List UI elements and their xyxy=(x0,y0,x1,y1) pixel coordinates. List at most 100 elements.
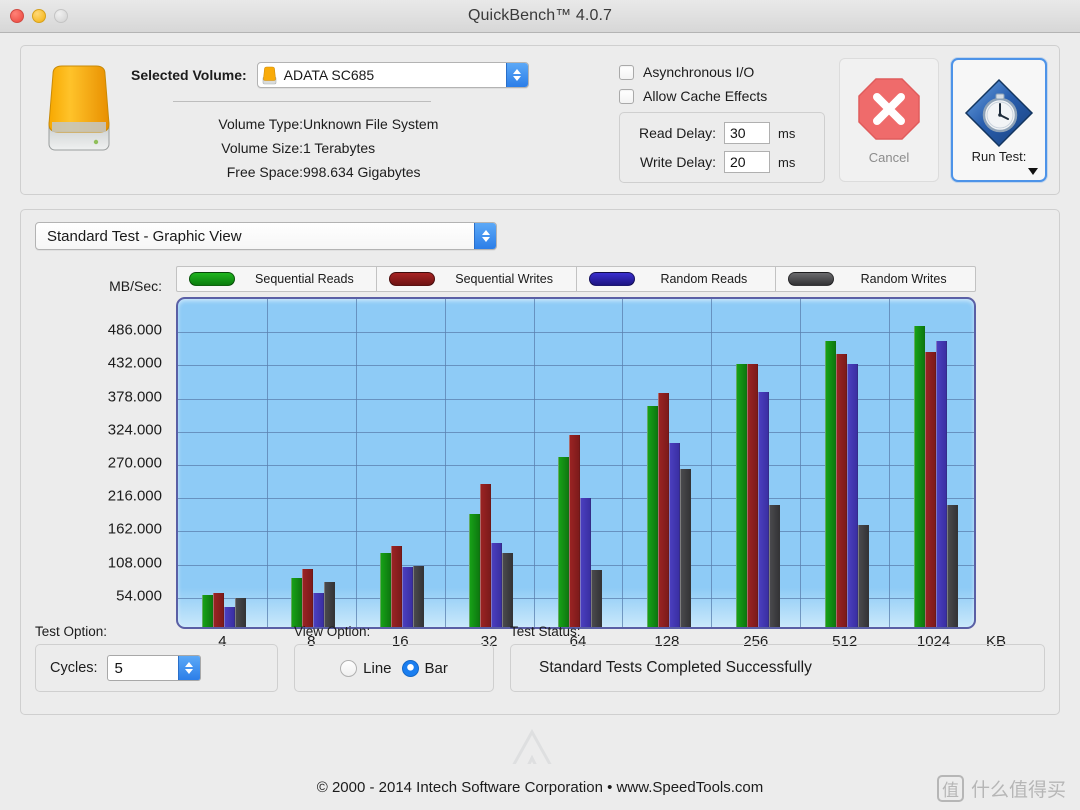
table-row: Free Space: 998.634 Gigabytes xyxy=(173,160,438,184)
chart-y-tick-label: 108.000 xyxy=(107,554,162,572)
watermark-text: 什么值得买 xyxy=(970,779,1066,801)
chevron-up-icon xyxy=(513,69,522,74)
legend-label-sequential-reads: Sequential Reads xyxy=(255,272,354,286)
chart-bar xyxy=(491,543,503,627)
legend-item-random-writes[interactable]: Random Writes xyxy=(776,267,975,291)
test-view-value: Standard Test - Graphic View xyxy=(47,227,242,245)
chart-gridline-horizontal xyxy=(178,332,974,334)
view-option-group: View Option: Line Bar xyxy=(294,624,494,692)
zoom-button xyxy=(54,9,68,23)
stop-octagon-icon xyxy=(858,77,920,140)
chart-y-tick-label: 432.000 xyxy=(107,354,162,372)
chart-bar xyxy=(202,595,214,627)
close-button[interactable] xyxy=(10,9,24,23)
view-option-line[interactable]: Line xyxy=(340,659,392,677)
chart-bar xyxy=(768,504,780,627)
async-io-row[interactable]: Asynchronous I/O xyxy=(619,64,825,80)
legend-label-random-reads: Random Reads xyxy=(660,272,748,286)
legend-item-sequential-writes[interactable]: Sequential Writes xyxy=(377,267,577,291)
write-delay-row: Write Delay: 20 ms xyxy=(624,151,814,173)
cycles-label: Cycles: xyxy=(50,660,98,676)
volume-stepper-arrows[interactable] xyxy=(505,63,528,87)
benchmark-chart: MB/Sec: 54.000 108.000 162.000 216.000 270.0… xyxy=(35,278,1045,650)
minimize-button[interactable] xyxy=(32,9,46,23)
cycles-input[interactable]: 5 xyxy=(106,655,201,681)
write-delay-label: Write Delay: xyxy=(640,154,716,170)
test-view-dropdown[interactable]: Standard Test - Graphic View xyxy=(35,222,497,250)
window-titlebar: QuickBench™ 4.0.7 xyxy=(0,0,1080,33)
chart-gridline-vertical xyxy=(267,299,268,627)
test-option-caption: Test Option: xyxy=(35,624,108,639)
chart-gridline-vertical xyxy=(356,299,357,627)
view-option-bar-label: Bar xyxy=(424,659,448,677)
bottom-options-row: Test Option: Cycles: 5 View Option: Line… xyxy=(35,624,1045,692)
test-status-value: Standard Tests Completed Successfully xyxy=(539,659,812,676)
read-delay-unit: ms xyxy=(778,125,796,141)
chart-gridline-vertical xyxy=(445,299,446,627)
chart-bar xyxy=(646,406,658,627)
async-io-checkbox[interactable] xyxy=(619,64,634,80)
read-delay-input[interactable]: 30 xyxy=(724,122,770,144)
view-option-bar[interactable]: Bar xyxy=(401,659,448,677)
chart-bar xyxy=(413,565,425,627)
allow-cache-effects-checkbox[interactable] xyxy=(619,88,634,104)
legend-label-sequential-writes: Sequential Writes xyxy=(455,272,553,286)
chart-bar xyxy=(757,391,769,627)
site-watermark: 值 什么值得买 xyxy=(936,775,1066,802)
chart-bar xyxy=(946,504,958,627)
chart-bar xyxy=(291,578,303,627)
footer: © 2000 - 2014 Intech Software Corporatio… xyxy=(0,764,1080,810)
chevron-down-icon xyxy=(185,669,194,674)
legend-item-random-reads[interactable]: Random Reads xyxy=(577,267,777,291)
chevron-up-icon xyxy=(481,230,490,235)
chart-plot-area xyxy=(176,297,976,629)
volume-info-column: Selected Volume: ADATA SC685 Volume Type… xyxy=(125,56,619,184)
view-option-line-label: Line xyxy=(363,659,392,677)
cancel-button-label: Cancel xyxy=(868,149,910,165)
chart-y-tick-label: 324.000 xyxy=(107,421,162,439)
chart-bar xyxy=(235,597,247,627)
chart-y-tick-label: 54.000 xyxy=(116,587,162,605)
legend-swatch-sequential-reads xyxy=(189,272,235,286)
legend-item-sequential-reads[interactable]: Sequential Reads xyxy=(177,267,377,291)
volume-details-table: Volume Type: Unknown File System Volume … xyxy=(173,112,438,184)
run-test-button-label: Run Test: xyxy=(971,148,1027,164)
chart-bar xyxy=(746,363,758,627)
mini-drive-icon xyxy=(262,66,276,84)
selected-volume-dropdown[interactable]: ADATA SC685 xyxy=(256,62,529,88)
free-space-value: 998.634 Gigabytes xyxy=(303,164,421,180)
chart-bar xyxy=(668,443,680,627)
radio-line[interactable] xyxy=(340,659,358,677)
free-space-label: Free Space: xyxy=(226,164,303,180)
chart-gridline-vertical xyxy=(889,299,890,627)
window-body: Selected Volume: ADATA SC685 Volume Type… xyxy=(0,33,1080,810)
run-test-button[interactable]: Run Test: xyxy=(951,58,1047,182)
run-test-dropdown-arrow-icon[interactable] xyxy=(1028,168,1038,175)
allow-cache-effects-row[interactable]: Allow Cache Effects xyxy=(619,88,825,104)
chevron-down-icon xyxy=(513,76,522,81)
chart-gridline-vertical xyxy=(534,299,535,627)
write-delay-unit: ms xyxy=(778,154,796,170)
selected-volume-row: Selected Volume: ADATA SC685 xyxy=(131,62,619,88)
chart-bar xyxy=(735,363,747,627)
chart-y-tick-label: 162.000 xyxy=(107,520,162,538)
volume-size-label: Volume Size: xyxy=(221,140,303,156)
stopwatch-diamond-icon xyxy=(964,78,1034,147)
chart-y-tick-label: 216.000 xyxy=(107,487,162,505)
test-view-stepper-arrows[interactable] xyxy=(474,223,496,249)
chart-bar xyxy=(913,325,925,627)
chart-bar xyxy=(213,593,225,627)
chevron-up-icon xyxy=(185,662,194,667)
chart-bar xyxy=(835,354,847,627)
radio-bar[interactable] xyxy=(401,659,419,677)
legend-swatch-random-reads xyxy=(588,272,635,286)
test-status-caption: Test Status: xyxy=(510,624,581,639)
legend-label-random-writes: Random Writes xyxy=(860,272,947,286)
cycles-stepper[interactable] xyxy=(177,656,200,680)
write-delay-input[interactable]: 20 xyxy=(724,151,770,173)
view-option-box: Line Bar xyxy=(294,644,494,692)
chart-bar xyxy=(580,497,591,627)
table-row: Volume Size: 1 Terabytes xyxy=(173,136,438,160)
chart-bar xyxy=(324,582,336,627)
quickbench-window: QuickBench™ 4.0.7 Selected Volume: ADATA… xyxy=(0,0,1080,810)
